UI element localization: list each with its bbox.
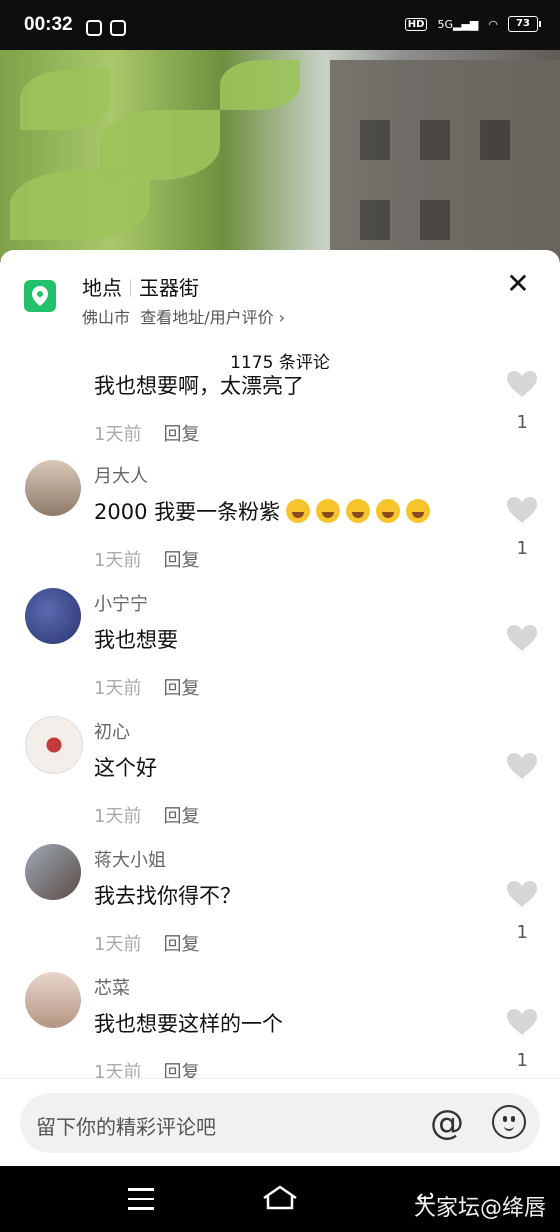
comments-sheet: 地点 玉器街 佛山市 查看地址/用户评价 › ✕ 1175 条评论 我也想要啊，太… <box>0 250 560 1166</box>
home-icon[interactable] <box>262 1184 298 1212</box>
video-background[interactable] <box>0 50 560 260</box>
emoji-icon <box>376 499 401 523</box>
emoji-icon <box>346 499 371 523</box>
reply-button[interactable]: 回复 <box>163 550 199 571</box>
comment-item: 月大人 2000 我要一条粉紫 1天前 回复 1 <box>0 460 560 588</box>
watermark: 大家坛@绛唇 <box>413 1196 546 1221</box>
comment-input[interactable]: 留下你的精彩评论吧 @ <box>20 1093 540 1153</box>
comment-item: 我也想要啊，太漂亮了 1天前 回复 1 <box>0 370 560 462</box>
comment-placeholder: 留下你的精彩评论吧 <box>36 1115 216 1139</box>
like-count: 1 <box>516 538 528 559</box>
view-address-link[interactable]: 查看地址/用户评价 › <box>140 308 285 327</box>
like-count: 1 <box>516 1050 528 1071</box>
comment-meta: 1天前 回复 <box>94 1058 199 1080</box>
location-pin-icon <box>24 280 56 312</box>
heart-icon[interactable] <box>506 624 538 652</box>
reply-button[interactable]: 回复 <box>163 934 199 955</box>
comment-text: 我也想要 <box>94 628 178 652</box>
username[interactable]: 月大人 <box>94 462 148 488</box>
comment-meta: 1天前 回复 <box>94 678 200 699</box>
username[interactable]: 芯菜 <box>94 974 130 1000</box>
avatar[interactable] <box>25 588 81 644</box>
notification-icon <box>110 20 126 36</box>
username[interactable]: 初心 <box>94 718 130 744</box>
reply-button[interactable]: 回复 <box>163 678 199 699</box>
close-icon[interactable]: ✕ <box>504 270 532 298</box>
emoji-icon <box>286 499 311 523</box>
heart-icon[interactable] <box>506 880 538 908</box>
username[interactable]: 小宁宁 <box>94 590 148 616</box>
signal-icon: 5G▂▄▆ <box>437 17 479 31</box>
location-subtitle[interactable]: 佛山市 查看地址/用户评价 › <box>82 304 285 328</box>
menu-icon[interactable] <box>128 1188 154 1217</box>
comment-list[interactable]: 我也想要啊，太漂亮了 1天前 回复 1 月大人 2000 我要一条粉紫 1天前 回复… <box>0 370 560 1080</box>
comment-item: 小宁宁 我也想要 1天前 回复 <box>0 588 560 716</box>
comment-meta: 1天前 回复 <box>94 550 200 571</box>
emoji-icon[interactable] <box>492 1105 526 1139</box>
avatar[interactable] <box>25 844 81 900</box>
avatar[interactable] <box>25 460 81 516</box>
heart-icon[interactable] <box>506 370 538 398</box>
comment-input-bar: 留下你的精彩评论吧 @ <box>0 1078 560 1166</box>
comment-text: 2000 我要一条粉紫 <box>94 496 431 526</box>
avatar[interactable] <box>25 972 81 1028</box>
emoji-icon <box>316 499 341 523</box>
wifi-icon: ◠ <box>488 17 498 31</box>
comment-item: 蒋大小姐 我去找你得不？ 1天前 回复 1 <box>0 844 560 972</box>
emoji-icon <box>406 499 431 523</box>
comment-item: 初心 这个好 1天前 回复 <box>0 716 560 844</box>
avatar[interactable] <box>25 716 83 774</box>
comment-text: 我去找你得不？ <box>94 884 241 908</box>
reply-button[interactable]: 回复 <box>163 424 199 445</box>
status-icons: HD 5G▂▄▆ ◠ 73 <box>404 16 541 32</box>
comment-text: 我也想要啊，太漂亮了 <box>94 374 304 398</box>
heart-icon[interactable] <box>506 752 538 780</box>
hd-badge: HD <box>404 17 428 31</box>
heart-icon[interactable] <box>506 496 538 524</box>
comment-meta: 1天前 回复 <box>94 934 200 955</box>
mention-icon[interactable]: @ <box>430 1103 464 1143</box>
like-count: 1 <box>516 412 528 433</box>
comment-item: 芯菜 我也想要这样的一个 1天前 回复 1 <box>0 972 560 1080</box>
status-bar: 00:32 HD 5G▂▄▆ ◠ 73 <box>0 0 560 50</box>
comment-meta: 1天前 回复 <box>94 806 200 827</box>
notification-icon <box>86 20 102 36</box>
like-count: 1 <box>516 922 528 943</box>
comment-meta: 1天前 回复 <box>94 424 200 445</box>
location-title[interactable]: 地点 玉器街 <box>82 272 199 301</box>
clock: 00:32 <box>24 14 73 35</box>
heart-icon[interactable] <box>506 1008 538 1036</box>
username[interactable]: 蒋大小姐 <box>94 846 166 872</box>
comment-text: 这个好 <box>94 756 157 780</box>
battery-icon: 73 <box>508 16 541 32</box>
reply-button[interactable]: 回复 <box>163 806 199 827</box>
comment-text: 我也想要这样的一个 <box>94 1012 283 1036</box>
system-nav-bar: ↩ 大家坛@绛唇 <box>0 1166 560 1232</box>
